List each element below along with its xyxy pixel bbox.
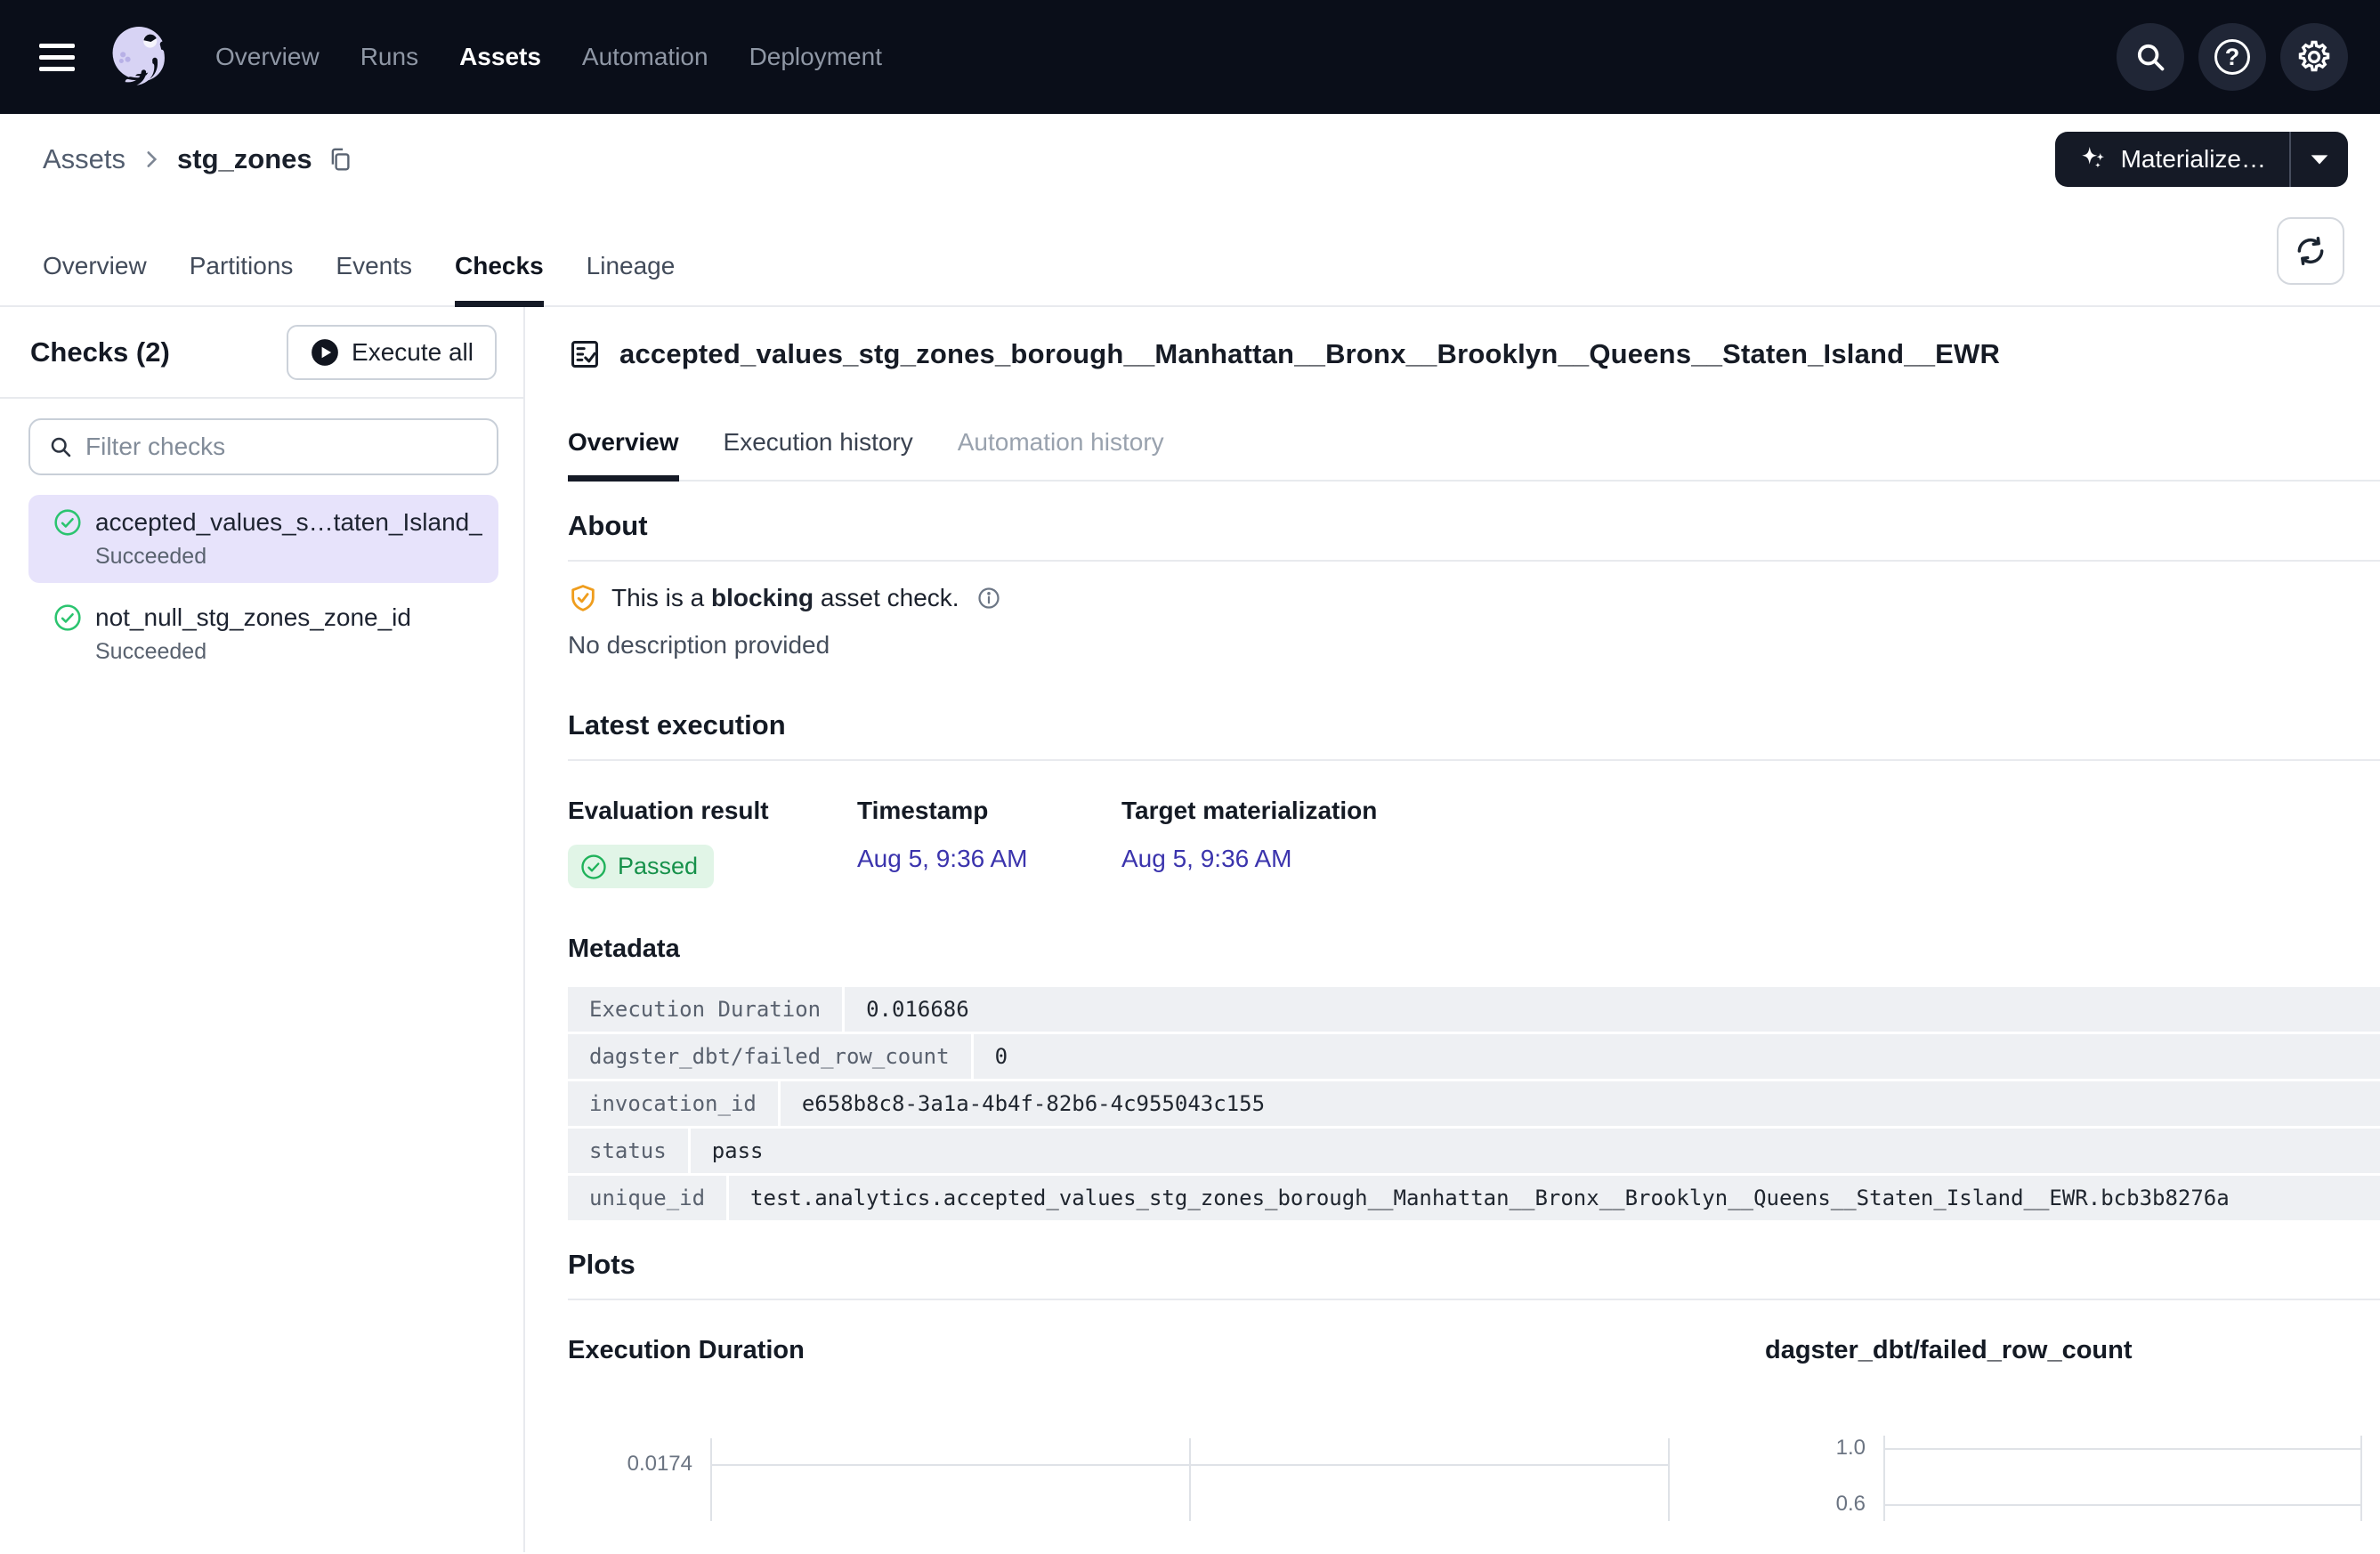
materialize-button[interactable]: Materialize… <box>2055 132 2289 187</box>
search-icon <box>48 434 73 459</box>
check-circle-icon <box>53 603 82 632</box>
help-icon: ? <box>2214 39 2250 75</box>
nav-item-runs[interactable]: Runs <box>360 43 418 71</box>
asset-check-icon <box>568 337 602 371</box>
refresh-button[interactable] <box>2277 217 2344 285</box>
tab-partitions[interactable]: Partitions <box>190 252 294 305</box>
shield-check-icon <box>568 583 598 613</box>
tab-check-overview[interactable]: Overview <box>568 428 679 480</box>
main-nav: Overview Runs Assets Automation Deployme… <box>215 43 882 71</box>
tab-overview[interactable]: Overview <box>43 252 147 305</box>
nav-item-overview[interactable]: Overview <box>215 43 320 71</box>
caret-down-icon <box>2310 153 2329 166</box>
materialize-dropdown-button[interactable] <box>2291 132 2348 187</box>
divider <box>568 759 2380 761</box>
check-circle-icon <box>53 508 82 537</box>
check-detail-tabs: Overview Execution history Automation hi… <box>568 428 2380 482</box>
nav-item-deployment[interactable]: Deployment <box>749 43 882 71</box>
check-list-item-accepted-values[interactable]: accepted_values_s…taten_Island_ Succeede… <box>28 495 498 583</box>
materialize-button-group: Materialize… <box>2055 132 2348 187</box>
gridline <box>1189 1438 1191 1521</box>
search-icon <box>2133 40 2167 74</box>
refresh-icon <box>2294 234 2327 268</box>
filter-checks-field <box>28 418 498 475</box>
metadata-table: Execution Duration0.016686 dagster_dbt/f… <box>568 987 2380 1220</box>
gridline <box>1883 1448 2360 1450</box>
tab-automation-history[interactable]: Automation history <box>958 428 1164 480</box>
breadcrumb-chevron-icon <box>140 148 163 171</box>
latest-execution-table: Evaluation result Passed Timestamp Aug 5… <box>568 797 2380 888</box>
table-row: statuspass <box>568 1129 2380 1173</box>
dagster-logo-icon[interactable] <box>101 19 178 95</box>
nav-item-automation[interactable]: Automation <box>582 43 708 71</box>
table-row: dagster_dbt/failed_row_count0 <box>568 1034 2380 1079</box>
column-header-timestamp: Timestamp <box>857 797 1121 825</box>
gear-icon <box>2295 38 2333 76</box>
breadcrumb-assets-link[interactable]: Assets <box>43 143 125 175</box>
no-description-text: No description provided <box>568 631 2380 660</box>
table-row: unique_idtest.analytics.accepted_values_… <box>568 1176 2380 1220</box>
column-header-evaluation-result: Evaluation result <box>568 797 857 825</box>
check-name: not_null_stg_zones_zone_id <box>95 603 411 632</box>
checks-panel-title: Checks (2) <box>30 336 170 368</box>
tab-lineage[interactable]: Lineage <box>587 252 676 305</box>
execute-all-button[interactable]: Execute all <box>287 325 497 380</box>
y-tick-label: 0.0174 <box>600 1452 692 1477</box>
settings-button[interactable] <box>2280 23 2348 91</box>
table-row: invocation_ide658b8c8-3a1a-4b4f-82b6-4c9… <box>568 1081 2380 1126</box>
materialize-label: Materialize… <box>2121 145 2266 174</box>
hamburger-menu-icon[interactable] <box>39 39 78 75</box>
blocking-text: This is a blocking asset check. <box>611 584 959 612</box>
gridline <box>1883 1504 2360 1506</box>
nav-item-assets[interactable]: Assets <box>459 43 541 71</box>
check-circle-icon <box>580 854 607 880</box>
timestamp-link[interactable]: Aug 5, 9:36 AM <box>857 845 1027 872</box>
about-heading: About <box>568 510 2380 542</box>
y-tick-label: 0.6 <box>1796 1492 1866 1517</box>
metadata-heading: Metadata <box>568 935 2380 964</box>
sparkle-icon <box>2078 144 2109 174</box>
play-icon <box>310 337 340 368</box>
top-nav: Overview Runs Assets Automation Deployme… <box>0 0 2380 114</box>
passed-badge: Passed <box>568 845 714 888</box>
table-row: Execution Duration0.016686 <box>568 987 2380 1032</box>
gridline <box>2360 1436 2362 1521</box>
info-icon[interactable] <box>976 586 1001 611</box>
tab-execution-history[interactable]: Execution history <box>724 428 913 480</box>
latest-execution-heading: Latest execution <box>568 709 2380 741</box>
column-header-target-materialization: Target materialization <box>1121 797 1377 825</box>
search-button[interactable] <box>2117 23 2184 91</box>
check-status: Succeeded <box>95 639 482 665</box>
copy-icon[interactable] <box>327 146 353 173</box>
check-name: accepted_values_s…taten_Island_ <box>95 508 482 537</box>
help-button[interactable]: ? <box>2198 23 2266 91</box>
filter-checks-input[interactable] <box>85 433 479 461</box>
tab-checks[interactable]: Checks <box>455 252 544 305</box>
tab-events[interactable]: Events <box>336 252 412 305</box>
divider <box>568 560 2380 562</box>
chart-title-execution-duration: Execution Duration <box>568 1336 805 1365</box>
y-axis-line <box>710 1438 712 1521</box>
y-tick-label: 1.0 <box>1796 1436 1866 1461</box>
breadcrumb-asset-name: stg_zones <box>177 143 312 175</box>
check-detail-panel: accepted_values_stg_zones_borough__Manha… <box>525 307 2380 1552</box>
asset-tabs-row: Overview Partitions Events Checks Lineag… <box>0 205 2380 307</box>
target-materialization-link[interactable]: Aug 5, 9:36 AM <box>1121 845 1291 872</box>
gridline <box>1668 1438 1670 1521</box>
checks-panel: Checks (2) Execute all accepted_values_s… <box>0 307 525 1552</box>
check-detail-title: accepted_values_stg_zones_borough__Manha… <box>619 338 2000 370</box>
breadcrumb-row: Assets stg_zones Materialize… <box>0 114 2380 205</box>
chart-title-failed-row-count: dagster_dbt/failed_row_count <box>1765 1336 2133 1365</box>
plots-heading: Plots <box>568 1249 2380 1281</box>
plots-area: Execution Duration 0.0174 dagster_dbt/fa… <box>568 1300 2380 1521</box>
check-status: Succeeded <box>95 544 482 570</box>
check-list-item-not-null[interactable]: not_null_stg_zones_zone_id Succeeded <box>28 590 498 678</box>
